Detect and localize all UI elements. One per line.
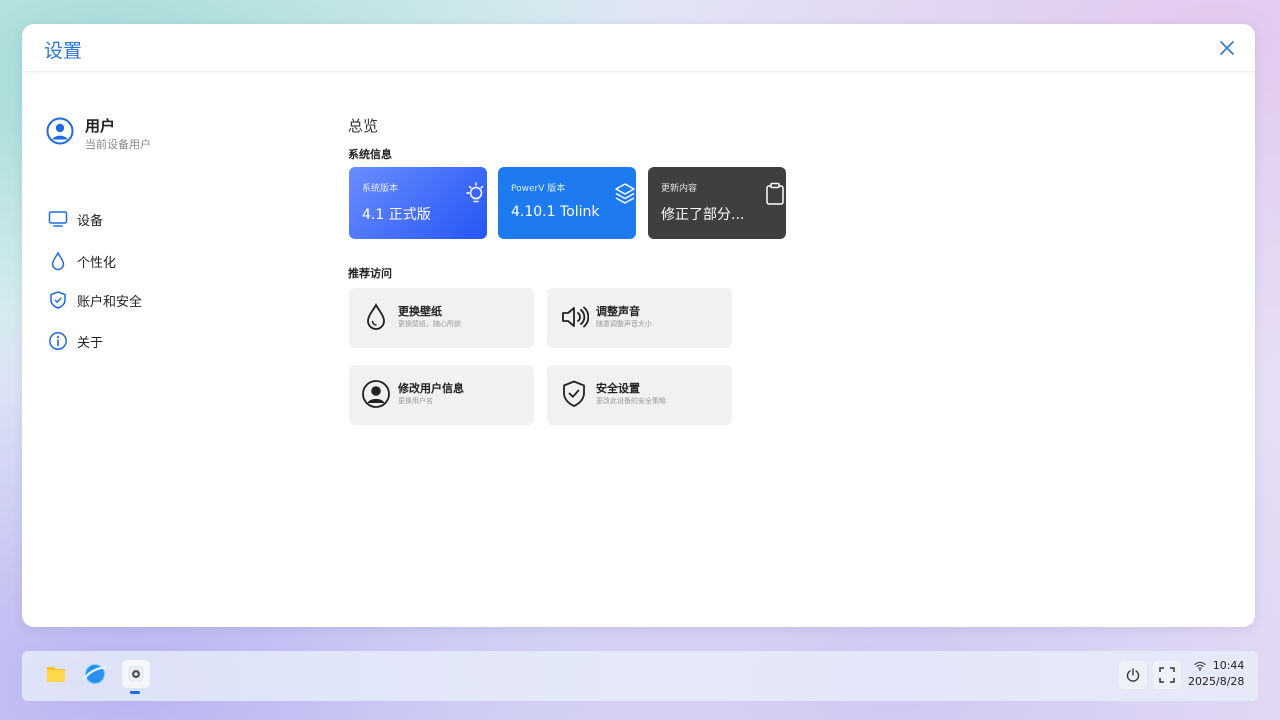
layers-icon (615, 183, 635, 204)
card-label: 系统版本 (362, 184, 399, 194)
user-name: 用户 (85, 117, 116, 135)
sidebar-item-label: 个性化 (77, 255, 117, 271)
shield-icon (50, 291, 66, 309)
clock-time: 10:44 (1212, 659, 1245, 672)
fullscreen-button[interactable] (1153, 661, 1181, 689)
system-clock[interactable]: 10:44 2025/8/28 (1188, 659, 1244, 688)
quick-subtitle: 更换用户名 (398, 397, 433, 405)
quick-subtitle: 更改此设备的安全策略 (596, 397, 666, 405)
close-icon[interactable] (1217, 38, 1237, 58)
title-bar: 设置 (22, 24, 1255, 72)
power-button[interactable] (1119, 661, 1147, 689)
folder-icon[interactable] (43, 661, 69, 687)
power-icon (1126, 668, 1140, 682)
quick-title: 安全设置 (596, 382, 640, 395)
quick-title: 修改用户信息 (398, 382, 464, 395)
sidebar-item-about[interactable]: 关于 (48, 329, 103, 353)
card-value: 4.1 正式版 (362, 207, 431, 223)
settings-icon (128, 666, 144, 682)
user-subtitle: 当前设备用户 (85, 138, 151, 151)
droplet-icon (51, 251, 65, 271)
quick-subtitle: 更换壁纸，随心所欲 (398, 320, 461, 328)
settings-app-button[interactable] (122, 660, 150, 688)
quick-subtitle: 随意调整声音大小 (596, 320, 652, 328)
quick-title: 更换壁纸 (398, 305, 442, 318)
card-value: 修正了部分... (661, 207, 745, 223)
window-title: 设置 (44, 40, 83, 62)
browser-icon[interactable] (82, 661, 108, 687)
card-label: 更新内容 (661, 184, 698, 194)
edit-user-info-button[interactable]: 修改用户信息 更换用户名 (349, 365, 534, 425)
taskbar: 10:44 2025/8/28 (22, 651, 1258, 701)
sidebar-item-account-security[interactable]: 账户和安全 (48, 288, 142, 312)
adjust-sound-button[interactable]: 调整声音 随意调整声音大小 (547, 288, 732, 348)
sidebar-item-personalize[interactable]: 个性化 (48, 249, 116, 273)
fullscreen-icon (1159, 667, 1175, 683)
monitor-icon (48, 211, 68, 227)
clipboard-icon (766, 182, 784, 205)
sidebar-item-label: 关于 (77, 335, 104, 351)
security-settings-button[interactable]: 安全设置 更改此设备的安全策略 (547, 365, 732, 425)
clock-date: 2025/8/28 (1188, 675, 1245, 688)
sidebar-item-device[interactable]: 设备 (48, 207, 103, 231)
powerv-version-card: PowerV 版本 4.10.1 Tolink (498, 167, 636, 239)
sidebar-item-label: 账户和安全 (77, 294, 143, 310)
active-app-indicator (130, 691, 140, 694)
card-label: PowerV 版本 (511, 184, 566, 194)
user-avatar-icon (46, 117, 74, 145)
speaker-icon (562, 306, 589, 328)
quick-title: 调整声音 (596, 305, 640, 318)
page-title: 总览 (348, 117, 379, 135)
user-circle-icon (362, 380, 390, 408)
system-version-card: 系统版本 4.1 正式版 (349, 167, 487, 239)
wifi-icon (1194, 661, 1206, 671)
update-content-card: 更新内容 修正了部分... (648, 167, 786, 239)
info-icon (49, 332, 67, 350)
sidebar-item-label: 设备 (77, 213, 104, 229)
droplet-icon (367, 303, 385, 330)
settings-window: 设置 用户 当前设备用户 设备 个性化 账户和安全 关于 总览 系统信息 系统版… (22, 24, 1255, 627)
change-wallpaper-button[interactable]: 更换壁纸 更换壁纸，随心所欲 (349, 288, 534, 348)
recommend-heading: 推荐访问 (348, 267, 392, 280)
shield-check-icon (563, 380, 585, 407)
card-value: 4.10.1 Tolink (511, 204, 600, 220)
lightbulb-icon (466, 182, 484, 203)
system-info-heading: 系统信息 (348, 148, 392, 161)
